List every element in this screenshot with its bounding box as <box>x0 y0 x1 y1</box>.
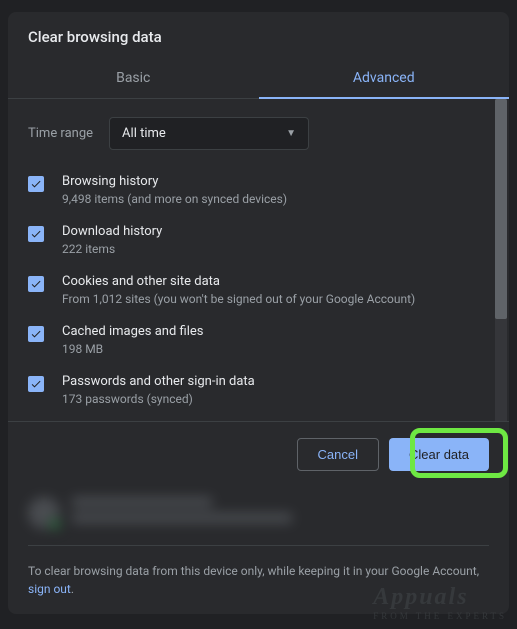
info-text-part2: . <box>71 582 74 596</box>
checkbox-passwords[interactable] <box>28 376 44 392</box>
info-text-part1: To clear browsing data from this device … <box>28 564 479 578</box>
option-passwords: Passwords and other sign-in data 173 pas… <box>28 374 489 406</box>
option-desc: 173 passwords (synced) <box>62 392 489 406</box>
tab-advanced[interactable]: Advanced <box>259 58 510 98</box>
check-icon <box>30 178 42 190</box>
dropdown-value: All time <box>122 126 166 141</box>
option-title: Passwords and other sign-in data <box>62 374 489 389</box>
bottom-section: To clear browsing data from this device … <box>8 487 509 614</box>
check-icon <box>30 278 42 290</box>
checkbox-cookies[interactable] <box>28 276 44 292</box>
option-text: Download history 222 items <box>62 224 489 256</box>
sign-out-link[interactable]: sign out <box>28 582 71 596</box>
checkbox-cached[interactable] <box>28 326 44 342</box>
check-icon <box>30 328 42 340</box>
checkbox-download-history[interactable] <box>28 226 44 242</box>
time-range-dropdown[interactable]: All time ▼ <box>109 117 309 150</box>
option-text: Cached images and files 198 MB <box>62 324 489 356</box>
scrollbar-thumb[interactable] <box>495 99 507 319</box>
clear-browsing-data-dialog: Clear browsing data Basic Advanced Time … <box>8 12 509 614</box>
dialog-title: Clear browsing data <box>8 12 509 58</box>
option-cached: Cached images and files 198 MB <box>28 324 489 356</box>
clear-data-button[interactable]: Clear data <box>389 438 489 471</box>
avatar <box>28 497 60 529</box>
dialog-footer: Cancel Clear data <box>8 421 509 487</box>
cancel-button[interactable]: Cancel <box>297 438 379 471</box>
option-title: Download history <box>62 224 489 239</box>
option-desc: 222 items <box>62 242 489 256</box>
option-desc: 9,498 items (and more on synced devices) <box>62 192 489 206</box>
check-icon <box>30 378 42 390</box>
tabs: Basic Advanced <box>8 58 509 99</box>
option-text: Cookies and other site data From 1,012 s… <box>62 274 489 306</box>
tab-basic[interactable]: Basic <box>8 58 259 98</box>
option-download-history: Download history 222 items <box>28 224 489 256</box>
option-cookies: Cookies and other site data From 1,012 s… <box>28 274 489 306</box>
option-text: Passwords and other sign-in data 173 pas… <box>62 374 489 406</box>
checkbox-browsing-history[interactable] <box>28 176 44 192</box>
option-browsing-history: Browsing history 9,498 items (and more o… <box>28 174 489 206</box>
divider <box>28 545 489 546</box>
time-range-label: Time range <box>28 126 93 141</box>
option-title: Cached images and files <box>62 324 489 339</box>
time-range-row: Time range All time ▼ <box>28 117 489 150</box>
dialog-content: Time range All time ▼ Browsing history 9… <box>8 99 509 421</box>
option-desc: 198 MB <box>62 342 489 356</box>
check-icon <box>30 228 42 240</box>
option-desc: From 1,012 sites (you won't be signed ou… <box>62 292 489 306</box>
info-text: To clear browsing data from this device … <box>28 562 489 598</box>
chevron-down-icon: ▼ <box>286 128 296 139</box>
account-row-blurred <box>28 497 489 529</box>
option-title: Cookies and other site data <box>62 274 489 289</box>
option-text: Browsing history 9,498 items (and more o… <box>62 174 489 206</box>
option-title: Browsing history <box>62 174 489 189</box>
blurred-text <box>72 497 489 529</box>
